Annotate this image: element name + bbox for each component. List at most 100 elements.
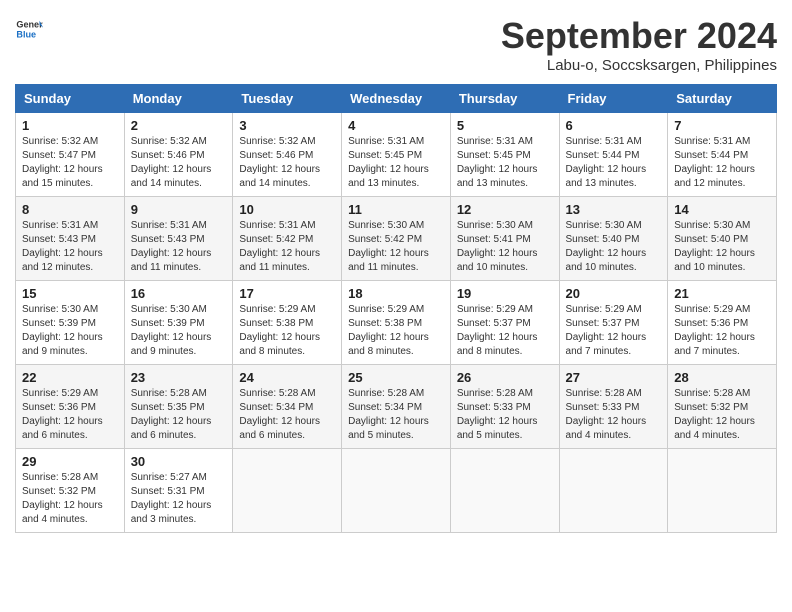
calendar-cell: 17 Sunrise: 5:29 AMSunset: 5:38 PMDayligh… — [233, 281, 342, 365]
day-number: 15 — [22, 286, 118, 301]
calendar-cell: 1 Sunrise: 5:32 AMSunset: 5:47 PMDaylight… — [16, 113, 125, 197]
day-info: Sunrise: 5:30 AMSunset: 5:40 PMDaylight:… — [674, 220, 755, 273]
calendar-week-row: 1 Sunrise: 5:32 AMSunset: 5:47 PMDaylight… — [16, 113, 777, 197]
day-info: Sunrise: 5:28 AMSunset: 5:35 PMDaylight:… — [131, 388, 212, 441]
day-info: Sunrise: 5:31 AMSunset: 5:43 PMDaylight:… — [131, 220, 212, 273]
day-number: 6 — [566, 118, 662, 133]
day-number: 28 — [674, 370, 770, 385]
logo: General Blue — [15, 15, 43, 43]
day-number: 5 — [457, 118, 553, 133]
calendar-cell: 3 Sunrise: 5:32 AMSunset: 5:46 PMDaylight… — [233, 113, 342, 197]
calendar-cell: 30 Sunrise: 5:27 AMSunset: 5:31 PMDayligh… — [124, 449, 233, 533]
day-number: 30 — [131, 454, 227, 469]
calendar-cell — [559, 449, 668, 533]
calendar-cell: 23Sunrise: 5:28 AMSunset: 5:35 PMDayligh… — [124, 365, 233, 449]
calendar-cell: 25 Sunrise: 5:28 AMSunset: 5:34 PMDayligh… — [342, 365, 451, 449]
day-number: 8 — [22, 202, 118, 217]
calendar-cell — [342, 449, 451, 533]
calendar-cell: 2 Sunrise: 5:32 AMSunset: 5:46 PMDaylight… — [124, 113, 233, 197]
page-header: General Blue September 2024 Labu-o, Socc… — [15, 15, 777, 74]
month-title: September 2024 — [501, 15, 777, 57]
day-info: Sunrise: 5:30 AMSunset: 5:39 PMDaylight:… — [22, 304, 103, 357]
logo-icon: General Blue — [15, 15, 43, 43]
day-number: 9 — [131, 202, 227, 217]
day-info: Sunrise: 5:31 AMSunset: 5:44 PMDaylight:… — [566, 136, 647, 189]
calendar-week-row: 8 Sunrise: 5:31 AMSunset: 5:43 PMDaylight… — [16, 197, 777, 281]
day-info: Sunrise: 5:29 AMSunset: 5:36 PMDaylight:… — [674, 304, 755, 357]
calendar-cell: 13 Sunrise: 5:30 AMSunset: 5:40 PMDayligh… — [559, 197, 668, 281]
svg-text:Blue: Blue — [16, 29, 36, 39]
day-info: Sunrise: 5:28 AMSunset: 5:33 PMDaylight:… — [457, 388, 538, 441]
day-info: Sunrise: 5:29 AMSunset: 5:38 PMDaylight:… — [348, 304, 429, 357]
day-number: 16 — [131, 286, 227, 301]
day-info: Sunrise: 5:30 AMSunset: 5:40 PMDaylight:… — [566, 220, 647, 273]
day-number: 29 — [22, 454, 118, 469]
day-number: 14 — [674, 202, 770, 217]
calendar-cell: 20Sunrise: 5:29 AMSunset: 5:37 PMDayligh… — [559, 281, 668, 365]
day-number: 18 — [348, 286, 444, 301]
day-info: Sunrise: 5:31 AMSunset: 5:45 PMDaylight:… — [348, 136, 429, 189]
calendar-cell: 5Sunrise: 5:31 AMSunset: 5:45 PMDaylight… — [450, 113, 559, 197]
weekday-header-thursday: Thursday — [450, 85, 559, 113]
day-info: Sunrise: 5:32 AMSunset: 5:47 PMDaylight:… — [22, 136, 103, 189]
weekday-header-friday: Friday — [559, 85, 668, 113]
weekday-header-tuesday: Tuesday — [233, 85, 342, 113]
calendar-cell: 21 Sunrise: 5:29 AMSunset: 5:36 PMDayligh… — [668, 281, 777, 365]
calendar-cell — [450, 449, 559, 533]
day-number: 26 — [457, 370, 553, 385]
day-info: Sunrise: 5:28 AMSunset: 5:34 PMDaylight:… — [239, 388, 320, 441]
day-number: 1 — [22, 118, 118, 133]
calendar-cell: 4 Sunrise: 5:31 AMSunset: 5:45 PMDaylight… — [342, 113, 451, 197]
calendar-table: SundayMondayTuesdayWednesdayThursdayFrid… — [15, 84, 777, 533]
day-number: 2 — [131, 118, 227, 133]
day-info: Sunrise: 5:27 AMSunset: 5:31 PMDaylight:… — [131, 472, 212, 525]
day-number: 20 — [566, 286, 662, 301]
calendar-cell: 6 Sunrise: 5:31 AMSunset: 5:44 PMDaylight… — [559, 113, 668, 197]
day-number: 7 — [674, 118, 770, 133]
calendar-cell: 18 Sunrise: 5:29 AMSunset: 5:38 PMDayligh… — [342, 281, 451, 365]
day-number: 25 — [348, 370, 444, 385]
calendar-cell: 19Sunrise: 5:29 AMSunset: 5:37 PMDayligh… — [450, 281, 559, 365]
weekday-header-saturday: Saturday — [668, 85, 777, 113]
day-info: Sunrise: 5:31 AMSunset: 5:44 PMDaylight:… — [674, 136, 755, 189]
day-info: Sunrise: 5:29 AMSunset: 5:38 PMDaylight:… — [239, 304, 320, 357]
day-info: Sunrise: 5:32 AMSunset: 5:46 PMDaylight:… — [131, 136, 212, 189]
calendar-cell: 28 Sunrise: 5:28 AMSunset: 5:32 PMDayligh… — [668, 365, 777, 449]
day-number: 12 — [457, 202, 553, 217]
day-number: 4 — [348, 118, 444, 133]
day-number: 17 — [239, 286, 335, 301]
day-info: Sunrise: 5:28 AMSunset: 5:32 PMDaylight:… — [22, 472, 103, 525]
calendar-cell: 27 Sunrise: 5:28 AMSunset: 5:33 PMDayligh… — [559, 365, 668, 449]
day-number: 22 — [22, 370, 118, 385]
weekday-header-row: SundayMondayTuesdayWednesdayThursdayFrid… — [16, 85, 777, 113]
calendar-cell: 14 Sunrise: 5:30 AMSunset: 5:40 PMDayligh… — [668, 197, 777, 281]
day-number: 3 — [239, 118, 335, 133]
day-info: Sunrise: 5:30 AMSunset: 5:41 PMDaylight:… — [457, 220, 538, 273]
day-number: 10 — [239, 202, 335, 217]
calendar-cell: 24Sunrise: 5:28 AMSunset: 5:34 PMDayligh… — [233, 365, 342, 449]
calendar-week-row: 15 Sunrise: 5:30 AMSunset: 5:39 PMDayligh… — [16, 281, 777, 365]
day-info: Sunrise: 5:28 AMSunset: 5:33 PMDaylight:… — [566, 388, 647, 441]
day-info: Sunrise: 5:28 AMSunset: 5:34 PMDaylight:… — [348, 388, 429, 441]
day-info: Sunrise: 5:31 AMSunset: 5:43 PMDaylight:… — [22, 220, 103, 273]
day-info: Sunrise: 5:28 AMSunset: 5:32 PMDaylight:… — [674, 388, 755, 441]
svg-text:General: General — [16, 20, 43, 30]
day-number: 13 — [566, 202, 662, 217]
day-info: Sunrise: 5:32 AMSunset: 5:46 PMDaylight:… — [239, 136, 320, 189]
day-number: 11 — [348, 202, 444, 217]
calendar-week-row: 22 Sunrise: 5:29 AMSunset: 5:36 PMDayligh… — [16, 365, 777, 449]
calendar-week-row: 29 Sunrise: 5:28 AMSunset: 5:32 PMDayligh… — [16, 449, 777, 533]
day-number: 21 — [674, 286, 770, 301]
day-info: Sunrise: 5:29 AMSunset: 5:36 PMDaylight:… — [22, 388, 103, 441]
day-number: 27 — [566, 370, 662, 385]
calendar-cell — [668, 449, 777, 533]
title-area: September 2024 Labu-o, Soccsksargen, Phi… — [501, 15, 777, 74]
calendar-cell: 22 Sunrise: 5:29 AMSunset: 5:36 PMDayligh… — [16, 365, 125, 449]
calendar-cell: 26 Sunrise: 5:28 AMSunset: 5:33 PMDayligh… — [450, 365, 559, 449]
day-info: Sunrise: 5:30 AMSunset: 5:39 PMDaylight:… — [131, 304, 212, 357]
day-info: Sunrise: 5:29 AMSunset: 5:37 PMDaylight:… — [457, 304, 538, 357]
calendar-cell: 11Sunrise: 5:30 AMSunset: 5:42 PMDayligh… — [342, 197, 451, 281]
weekday-header-wednesday: Wednesday — [342, 85, 451, 113]
location-title: Labu-o, Soccsksargen, Philippines — [501, 57, 777, 74]
calendar-cell: 15 Sunrise: 5:30 AMSunset: 5:39 PMDayligh… — [16, 281, 125, 365]
